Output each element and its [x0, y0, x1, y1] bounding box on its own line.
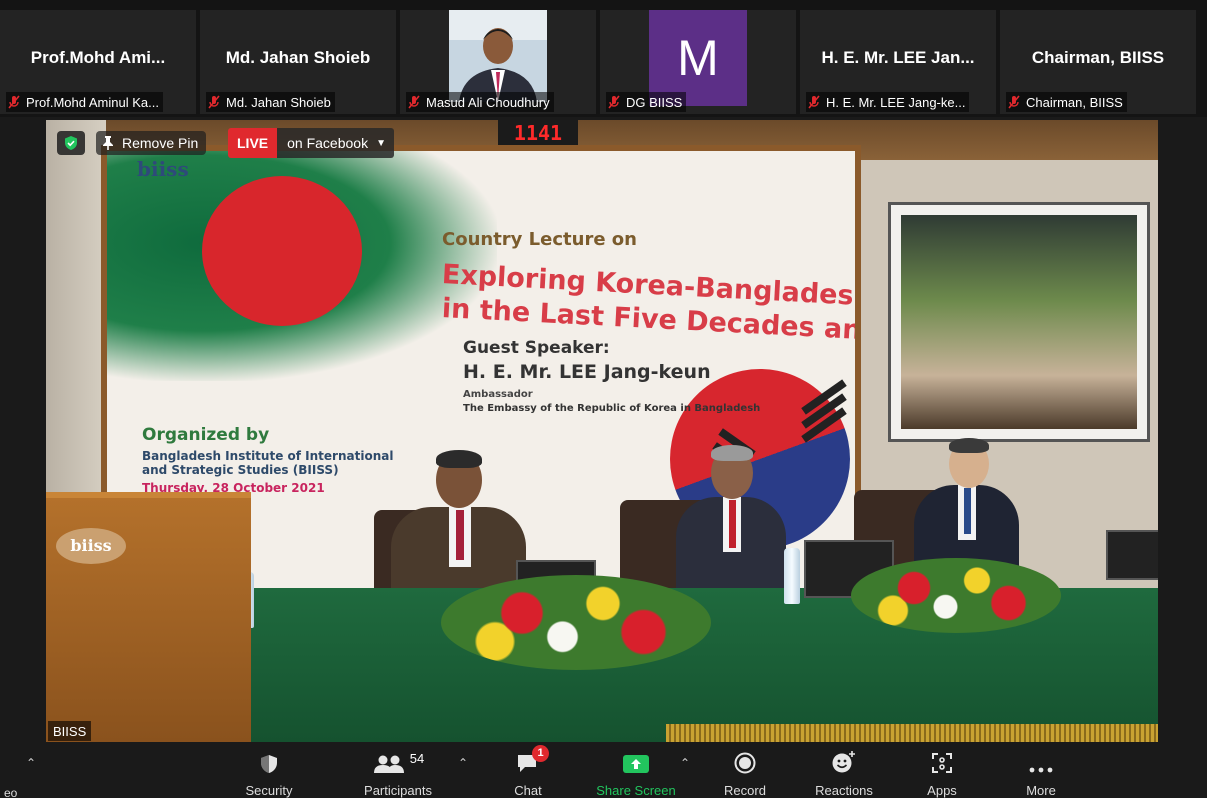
banner-embassy: The Embassy of the Republic of Korea in …	[463, 403, 761, 414]
participant-label-text: Chairman, BIISS	[1026, 94, 1123, 110]
participant-label: DG BIISS	[606, 92, 687, 112]
participant-display-name: Prof.Mohd Ami...	[30, 48, 166, 67]
chat-unread-badge: 1	[532, 745, 549, 762]
participant-tile[interactable]: H. E. Mr. LEE Jan... H. E. Mr. LEE Jang-…	[800, 10, 996, 114]
pin-icon	[103, 136, 113, 150]
participants-count: 54	[409, 751, 425, 766]
shield-icon	[261, 755, 277, 773]
flower-arrangement	[851, 558, 1061, 633]
reactions-button[interactable]: Reactions	[806, 745, 882, 798]
participant-label-text: Masud Ali Choudhury	[426, 94, 550, 110]
security-label: Security	[245, 783, 293, 798]
more-button[interactable]: More	[1015, 745, 1067, 798]
live-badge: LIVE	[228, 128, 278, 158]
banner-speaker-title: Ambassador	[463, 389, 533, 400]
participant-label: Md. Jahan Shoieb	[206, 92, 335, 112]
mic-muted-icon	[408, 95, 420, 109]
meeting-toolbar: ⌃ Security 54 Participants ⌃ 1 Chat Shar…	[0, 745, 1207, 798]
remove-pin-button[interactable]: Remove Pin	[96, 131, 207, 155]
participants-button[interactable]: 54 Participants	[355, 745, 441, 798]
flower-arrangement	[441, 575, 711, 670]
record-label: Record	[724, 783, 766, 798]
reactions-icon	[832, 751, 855, 773]
banner-logo: biiss	[137, 157, 189, 181]
apps-button[interactable]: Apps	[916, 745, 968, 798]
participant-label-text: Md. Jahan Shoieb	[226, 94, 331, 110]
apps-label: Apps	[927, 783, 957, 798]
mic-muted-icon	[608, 95, 620, 109]
record-button[interactable]: Record	[716, 745, 774, 798]
live-stream-indicator[interactable]: LIVE on Facebook ▼	[228, 128, 394, 158]
participant-video-feed	[449, 10, 547, 102]
participant-display-name: Md. Jahan Shoieb	[225, 48, 371, 67]
participant-label: H. E. Mr. LEE Jang-ke...	[806, 92, 970, 112]
participant-label-text: H. E. Mr. LEE Jang-ke...	[826, 94, 966, 110]
participants-caret-icon[interactable]: ⌃	[458, 756, 468, 770]
remove-pin-label: Remove Pin	[122, 135, 199, 151]
more-label: More	[1026, 783, 1056, 798]
participant-tile-avatar[interactable]: M DG BIISS	[600, 10, 796, 114]
video-options-caret-icon[interactable]: ⌃	[26, 756, 36, 770]
mic-muted-icon	[208, 95, 220, 109]
panelist-tie	[964, 488, 971, 534]
participant-label: Chairman, BIISS	[1006, 92, 1127, 112]
banner-speaker-name: H. E. Mr. LEE Jang-keun	[463, 361, 711, 383]
mic-muted-icon	[808, 95, 820, 109]
share-screen-button[interactable]: Share Screen	[588, 745, 684, 798]
share-screen-caret-icon[interactable]: ⌃	[680, 756, 690, 770]
bangladesh-flag-red	[202, 176, 362, 326]
wall-clock-display: 1141	[498, 120, 578, 146]
participant-tile-video[interactable]: Masud Ali Choudhury	[400, 10, 596, 114]
chat-button[interactable]: 1 Chat	[500, 745, 556, 798]
table-fringe	[666, 724, 1158, 742]
chat-label: Chat	[514, 783, 542, 798]
mic-muted-icon	[8, 95, 20, 109]
participant-display-name: Chairman, BIISS	[1031, 48, 1165, 67]
active-speaker-name: BIISS	[48, 721, 92, 741]
banner-guest-speaker: Guest Speaker:	[463, 338, 610, 358]
projector-screen	[888, 202, 1150, 442]
more-dots-icon	[1029, 767, 1053, 773]
panelist-tie	[456, 510, 464, 560]
panelist-hair	[949, 438, 989, 453]
banner-organizer-line1: Bangladesh Institute of International	[142, 449, 394, 463]
record-icon	[734, 752, 756, 774]
mic-muted-icon	[1008, 95, 1020, 109]
share-screen-label: Share Screen	[596, 783, 676, 798]
participant-tile[interactable]: Md. Jahan Shoieb Md. Jahan Shoieb	[200, 10, 396, 114]
projector-content	[901, 215, 1137, 429]
water-bottle	[784, 548, 800, 604]
shield-check-icon	[65, 136, 77, 150]
panelist-hair	[436, 450, 482, 468]
participants-icon	[373, 755, 404, 773]
participant-tile[interactable]: Chairman, BIISS Chairman, BIISS	[1000, 10, 1196, 114]
main-video-feed[interactable]: 1141 biiss Country Lecture on Exploring …	[46, 120, 1158, 742]
participant-label-text: DG BIISS	[626, 94, 683, 110]
panelist-tie	[729, 500, 736, 548]
lectern: biiss	[46, 492, 251, 742]
caret-down-icon: ▼	[376, 137, 386, 149]
live-target-dropdown[interactable]: on Facebook ▼	[277, 128, 394, 158]
participant-label: Masud Ali Choudhury	[406, 92, 554, 112]
banner-organizer-line2: and Strategic Studies (BIISS)	[142, 463, 339, 477]
participant-label: Prof.Mohd Aminul Ka...	[6, 92, 163, 112]
participant-display-name: H. E. Mr. LEE Jan...	[821, 48, 975, 67]
lectern-logo: biiss	[56, 528, 126, 564]
live-target-label: on Facebook	[287, 135, 369, 151]
participant-tile[interactable]: Prof.Mohd Ami... Prof.Mohd Aminul Ka...	[0, 10, 196, 114]
banner-country-lecture: Country Lecture on	[442, 229, 637, 250]
reactions-label: Reactions	[815, 783, 873, 798]
share-screen-icon	[623, 755, 649, 773]
video-button-label[interactable]: eo	[4, 786, 17, 798]
security-button[interactable]: Security	[238, 745, 300, 798]
encryption-shield-button[interactable]	[57, 131, 85, 155]
participant-label-text: Prof.Mohd Aminul Ka...	[26, 94, 159, 110]
person-silhouette-icon	[449, 10, 547, 102]
participant-strip: Prof.Mohd Ami... Prof.Mohd Aminul Ka... …	[0, 0, 1207, 117]
apps-icon	[932, 753, 952, 773]
banner-organized-by: Organized by	[142, 425, 270, 445]
laptop	[1106, 530, 1158, 580]
panelist-hair	[711, 445, 753, 461]
participants-label: Participants	[364, 783, 432, 798]
